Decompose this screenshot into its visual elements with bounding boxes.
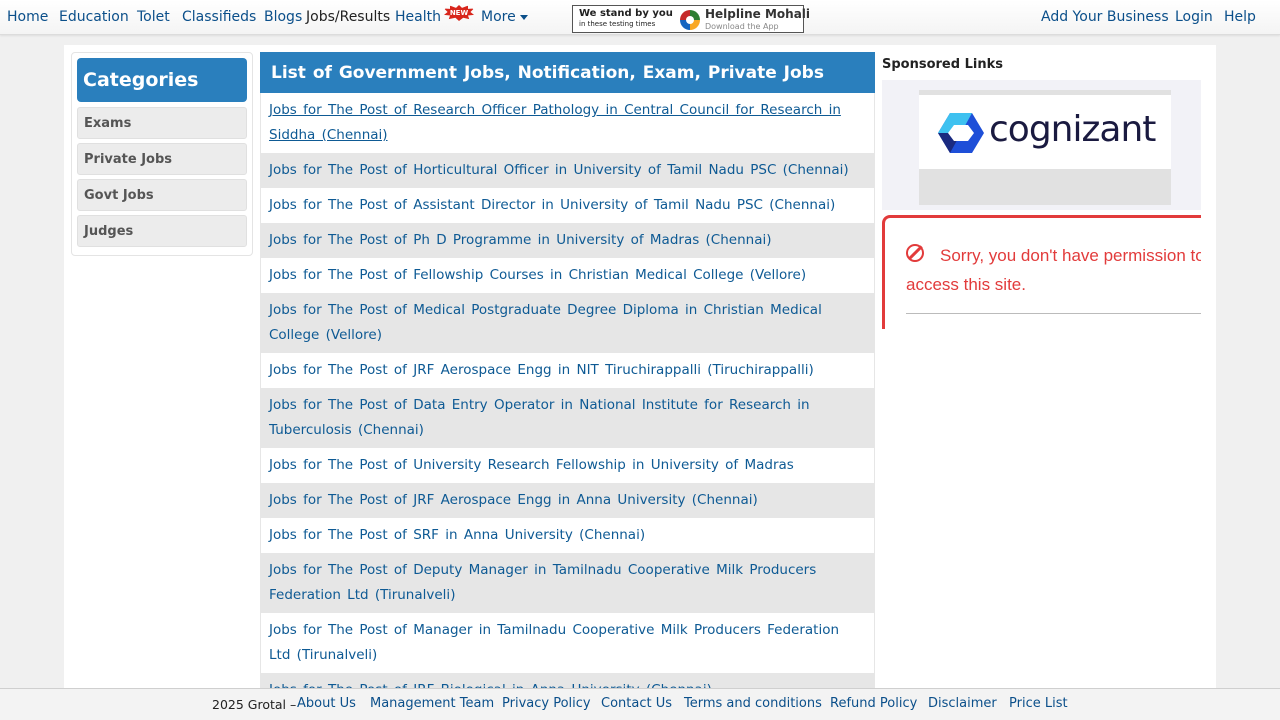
category-exams[interactable]: Exams [77, 107, 247, 139]
list-item: Jobs for The Post of Deputy Manager in T… [260, 553, 875, 613]
category-private-jobs[interactable]: Private Jobs [77, 143, 247, 175]
sponsored-links-heading: Sponsored Links [882, 57, 1003, 72]
list-item: Jobs for The Post of Ph D Programme in U… [260, 223, 875, 258]
top-navigation-bar: Home Education Tolet Classifieds Blogs J… [0, 0, 1280, 35]
category-govt-jobs[interactable]: Govt Jobs [77, 179, 247, 211]
ad-creative[interactable]: cognizant [919, 90, 1171, 205]
nav-education-link[interactable]: Education [59, 9, 129, 25]
job-link[interactable]: Jobs for The Post of Horticultural Offic… [269, 158, 866, 183]
job-link[interactable]: Jobs for The Post of Fellowship Courses … [269, 263, 866, 288]
jobs-list-panel: List of Government Jobs, Notification, E… [260, 52, 875, 692]
cognizant-mark-icon [938, 113, 984, 153]
job-link[interactable]: Jobs for The Post of Assistant Director … [269, 193, 866, 218]
footer-privacy-policy-link[interactable]: Privacy Policy [502, 696, 591, 711]
list-item: Jobs for The Post of JRF Aerospace Engg … [260, 483, 875, 518]
list-item: Jobs for The Post of Assistant Director … [260, 188, 875, 223]
list-item: Jobs for The Post of Fellowship Courses … [260, 258, 875, 293]
categories-title: Categories [77, 58, 247, 102]
jobs-list-heading: List of Government Jobs, Notification, E… [260, 52, 875, 93]
nav-more-dropdown[interactable]: More [481, 9, 516, 25]
cognizant-logo: cognizant [919, 95, 1171, 169]
footer-terms-link[interactable]: Terms and conditions [684, 696, 822, 711]
list-item: Jobs for The Post of Medical Postgraduat… [260, 293, 875, 353]
job-link[interactable]: Jobs for The Post of JRF Aerospace Engg … [269, 358, 866, 383]
nav-classifieds-link[interactable]: Classifieds [182, 9, 256, 25]
list-item: Jobs for The Post of SRF in Anna Univers… [260, 518, 875, 553]
footer-contact-us-link[interactable]: Contact Us [601, 696, 672, 711]
job-link[interactable]: Jobs for The Post of Manager in Tamilnad… [269, 618, 866, 668]
permission-error-message: Sorry, you don't have permission to acce… [906, 246, 1201, 294]
nav-tolet-link[interactable]: Tolet [137, 9, 170, 25]
banner-subtitle: Download the App [705, 22, 779, 31]
sponsored-ad[interactable]: cognizant [882, 80, 1201, 210]
job-link[interactable]: Jobs for The Post of JRF Aerospace Engg … [269, 488, 866, 513]
footer-copyright: 2025 Grotal – [212, 697, 297, 712]
chevron-down-icon [520, 15, 528, 20]
nav-health-link[interactable]: Health [395, 9, 441, 25]
category-judges[interactable]: Judges [77, 215, 247, 247]
ad-brand-text: cognizant [989, 109, 1156, 150]
list-item: Jobs for The Post of Horticultural Offic… [260, 153, 875, 188]
helpline-logo-icon [680, 10, 700, 30]
list-item: Jobs for The Post of Data Entry Operator… [260, 388, 875, 448]
banner-line2: in these testing times [579, 20, 656, 28]
permission-error-card: Sorry, you don't have permission to acce… [882, 215, 1201, 329]
job-link[interactable]: Jobs for The Post of Medical Postgraduat… [269, 298, 866, 348]
add-your-business-link[interactable]: Add Your Business [1041, 9, 1169, 25]
help-link[interactable]: Help [1224, 9, 1256, 25]
footer-refund-policy-link[interactable]: Refund Policy [830, 696, 917, 711]
job-link[interactable]: Jobs for The Post of Research Officer Pa… [269, 98, 866, 148]
list-item: Jobs for The Post of University Research… [260, 448, 875, 498]
list-item: Jobs for The Post of Research Officer Pa… [260, 93, 875, 153]
footer-price-list-link[interactable]: Price List [1009, 696, 1068, 711]
list-item: Jobs for The Post of Manager in Tamilnad… [260, 613, 875, 673]
list-item: Jobs for The Post of JRF Aerospace Engg … [260, 353, 875, 388]
banner-line1: We stand by you [579, 8, 673, 19]
banner-title: Helpline Mohali [705, 7, 811, 21]
job-link[interactable]: Jobs for The Post of SRF in Anna Univers… [269, 523, 866, 548]
divider [906, 313, 1201, 314]
nav-jobs-results-link[interactable]: Jobs/Results [306, 9, 390, 25]
job-link[interactable]: Jobs for The Post of Data Entry Operator… [269, 393, 866, 443]
nav-home-link[interactable]: Home [7, 9, 48, 25]
footer-about-us-link[interactable]: About Us [297, 696, 356, 711]
new-badge-icon: NEW [444, 5, 474, 21]
login-link[interactable]: Login [1175, 9, 1213, 25]
helpline-mohali-banner[interactable]: We stand by you in these testing times H… [572, 5, 810, 33]
job-link[interactable]: Jobs for The Post of Deputy Manager in T… [269, 558, 866, 608]
footer-management-team-link[interactable]: Management Team [370, 696, 494, 711]
footer: 2025 Grotal – About Us Management Team P… [0, 688, 1280, 720]
nav-blogs-link[interactable]: Blogs [264, 9, 302, 25]
job-link[interactable]: Jobs for The Post of Ph D Programme in U… [269, 228, 866, 253]
footer-disclaimer-link[interactable]: Disclaimer [928, 696, 997, 711]
